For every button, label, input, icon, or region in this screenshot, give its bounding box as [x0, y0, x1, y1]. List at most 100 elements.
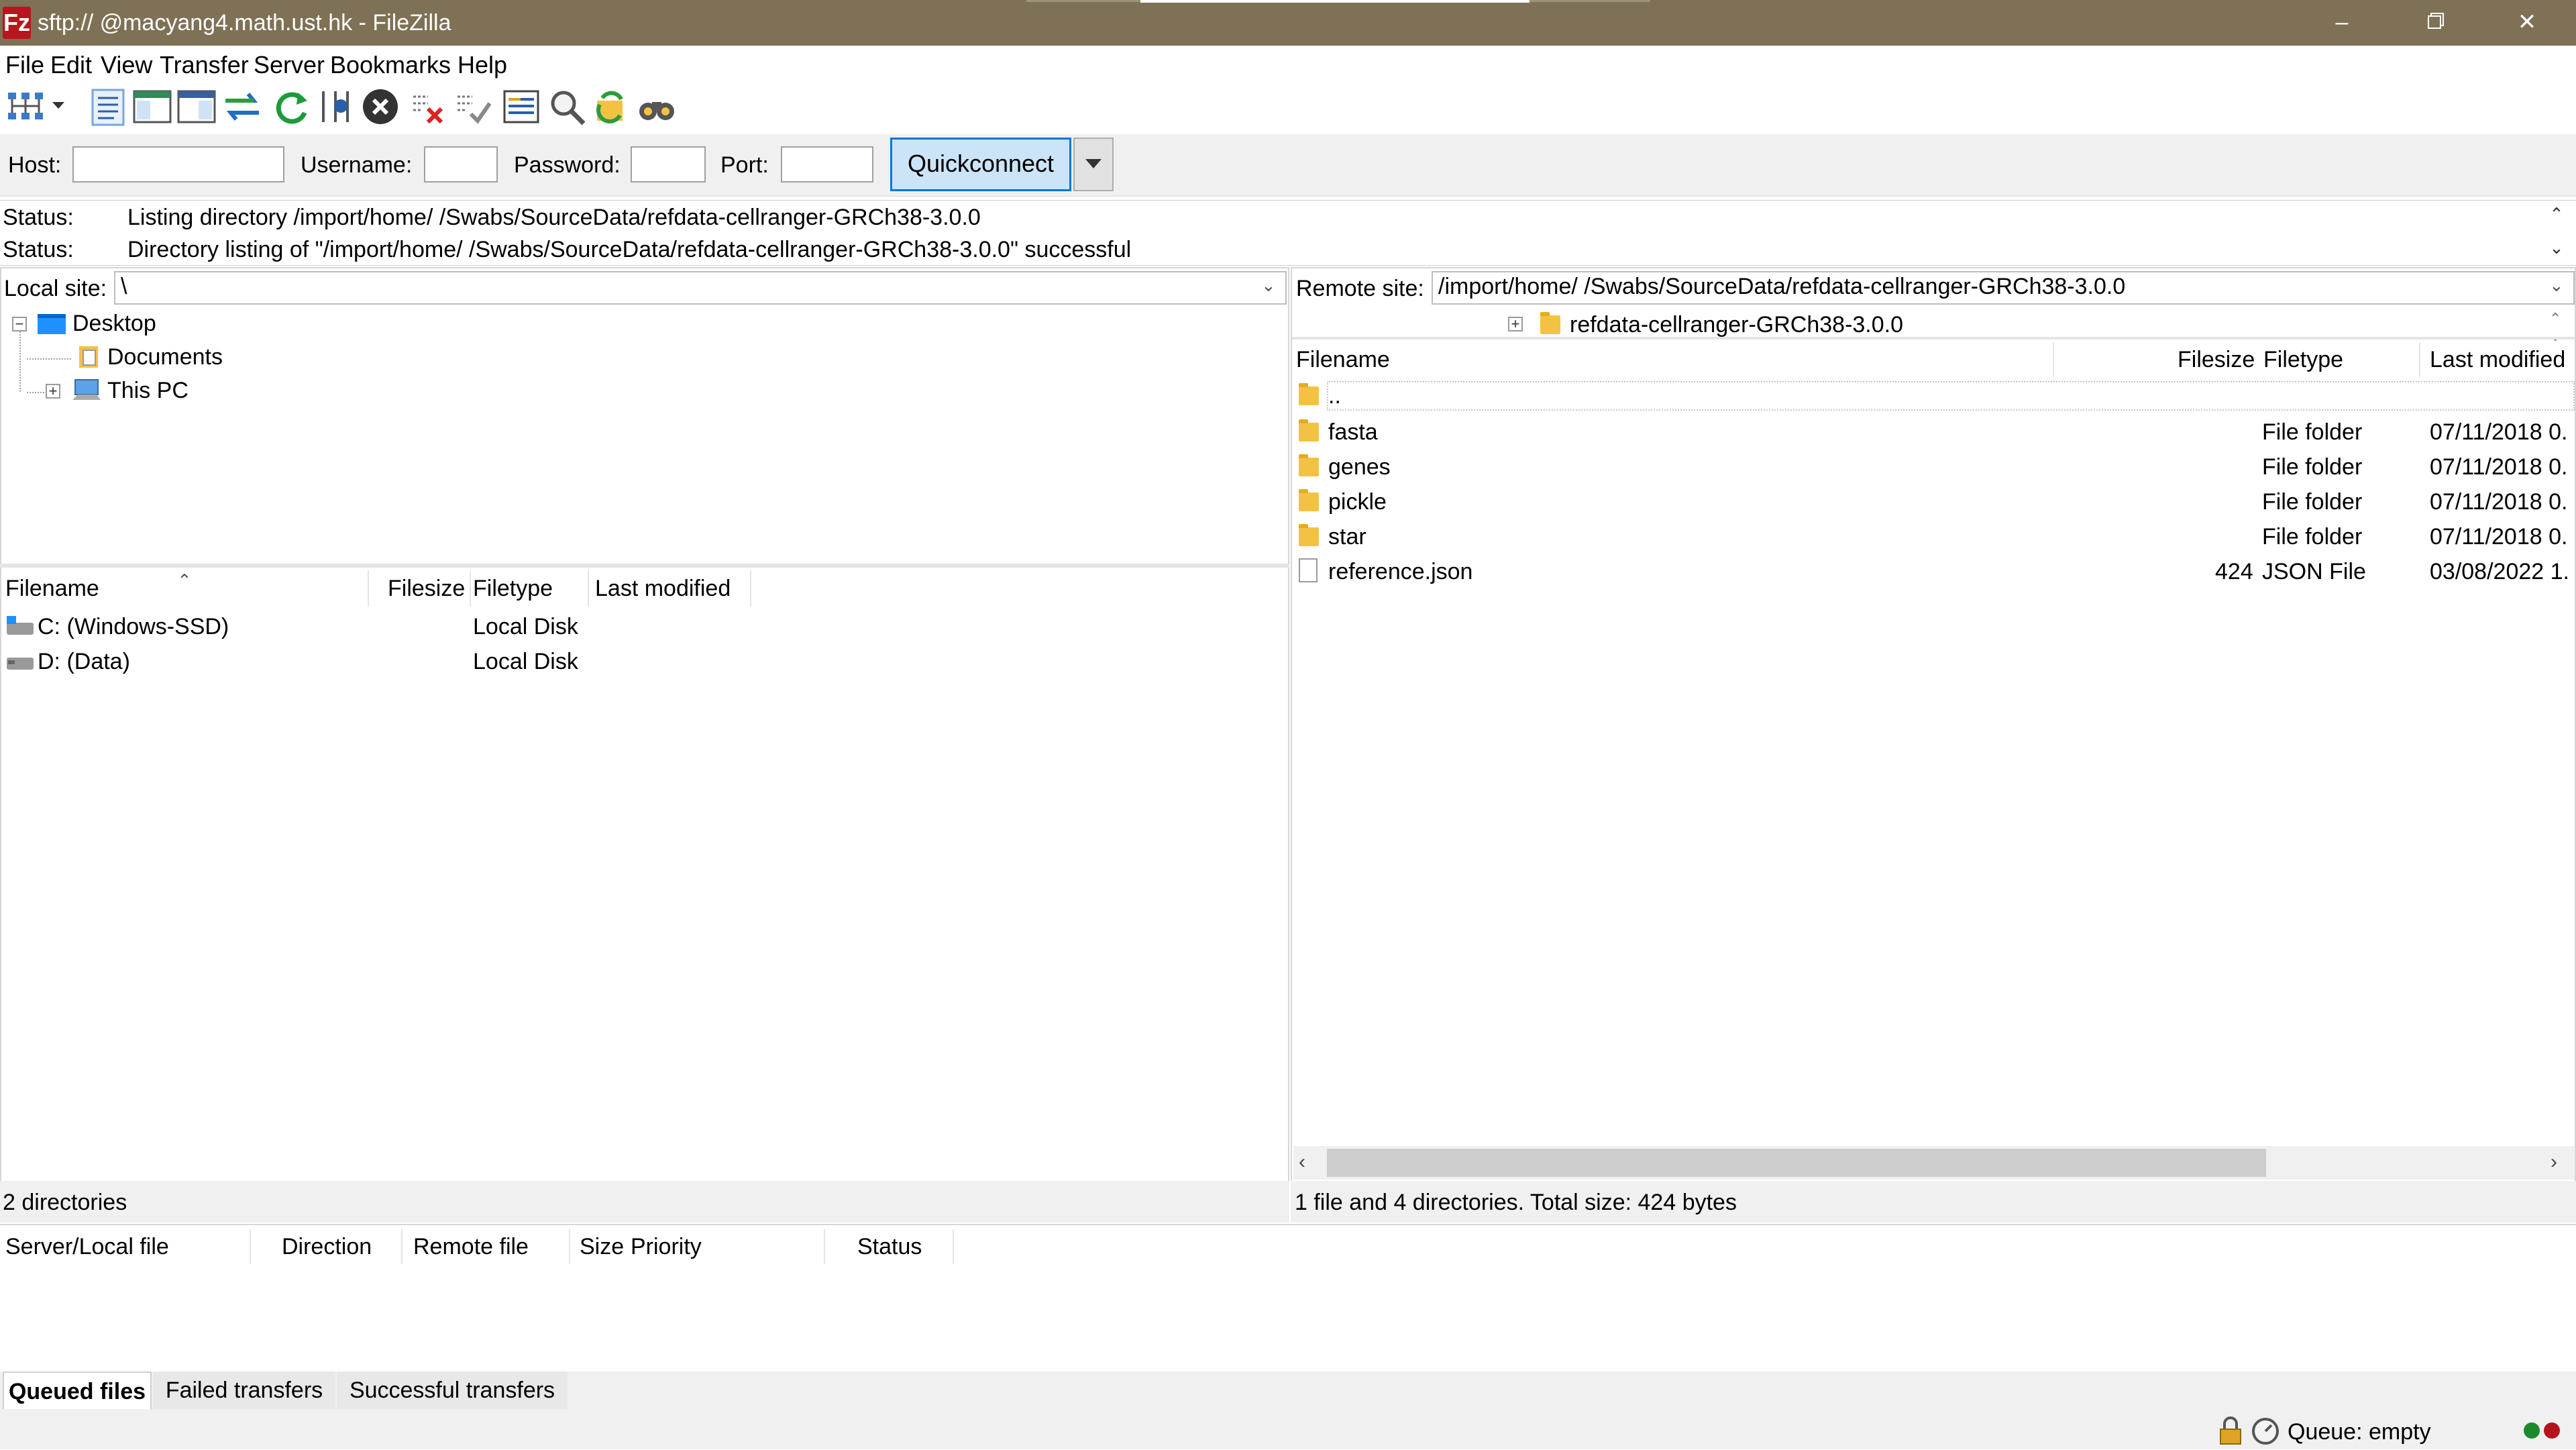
local-row-name[interactable]: C: (Windows-SSD) — [38, 613, 229, 640]
restore-icon[interactable] — [2398, 0, 2471, 46]
remote-row-name[interactable]: fasta — [1328, 419, 1378, 446]
queue-col-direction[interactable]: Direction — [282, 1233, 372, 1260]
scroll-right-icon[interactable]: › — [2551, 1150, 2557, 1174]
remote-row-name[interactable]: reference.json — [1328, 558, 1472, 585]
local-col-filename[interactable]: Filename — [5, 575, 99, 602]
queue-col-server-local-file[interactable]: Server/Local file — [5, 1233, 169, 1260]
remote-col-filename[interactable]: Filename — [1296, 346, 1390, 373]
scrollbar-thumb[interactable] — [1327, 1149, 2266, 1177]
username-label: Username: — [301, 152, 413, 178]
sync-browsing-icon[interactable] — [590, 86, 632, 127]
password-input[interactable] — [631, 146, 706, 183]
reconnect-icon[interactable] — [452, 86, 494, 127]
port-input[interactable] — [781, 146, 873, 183]
queue-col-status[interactable]: Status — [857, 1233, 922, 1260]
directory-filters-icon[interactable] — [500, 86, 542, 127]
tree-item-documents[interactable]: Documents — [107, 344, 223, 370]
quickconnect-button[interactable]: Quickconnect — [890, 138, 1071, 191]
scroll-left-icon[interactable]: ‹ — [1299, 1150, 1305, 1174]
dropdown-arrow-icon[interactable] — [48, 86, 68, 127]
local-row-type: Local Disk — [473, 649, 578, 674]
folder-icon — [1299, 383, 1319, 405]
local-col-last-modified[interactable]: Last modified — [595, 575, 731, 602]
log-scroll-up-icon[interactable]: ⌃ — [2546, 204, 2567, 224]
tree-expander-remote[interactable]: + — [1508, 317, 1523, 331]
menu-file[interactable]: File — [5, 51, 44, 79]
remote-row-modified: 07/11/2018 0. — [2430, 489, 2568, 515]
menu-view[interactable]: View — [101, 51, 152, 79]
remote-row-modified: 07/11/2018 0. — [2430, 454, 2568, 480]
menu-server[interactable]: Server — [254, 51, 325, 79]
site-manager-icon[interactable] — [5, 86, 47, 127]
log-scroll-down-icon[interactable]: ⌄ — [2546, 238, 2567, 258]
local-col-filesize[interactable]: Filesize — [388, 575, 465, 602]
desktop-icon — [36, 311, 67, 335]
toggle-local-tree-icon[interactable] — [131, 86, 173, 127]
remote-splitter[interactable] — [1292, 337, 2575, 340]
menu-help[interactable]: Help — [458, 51, 507, 79]
close-icon[interactable]: ✕ — [2490, 0, 2564, 46]
transfer-queue[interactable] — [0, 1224, 2576, 1371]
remote-col-filetype[interactable]: Filetype — [2263, 346, 2343, 373]
remote-row-name[interactable]: genes — [1328, 454, 1391, 480]
local-path-text: \ — [121, 274, 127, 299]
toggle-queue-icon[interactable] — [221, 86, 263, 127]
remote-path-combobox[interactable]: /import/home/ /Swabs/SourceData/refdata-… — [1432, 271, 2575, 305]
tree-expander-desktop[interactable]: − — [12, 317, 27, 331]
lock-icon[interactable] — [2215, 1416, 2246, 1447]
local-splitter[interactable] — [0, 564, 1289, 568]
toggle-message-log-icon[interactable] — [87, 86, 129, 127]
local-row-name[interactable]: D: (Data) — [38, 648, 130, 675]
log-label: Status: — [3, 237, 74, 262]
tree-item-this-pc[interactable]: This PC — [107, 377, 189, 404]
log-label: Status: — [3, 205, 74, 230]
queue-col-remote-file[interactable]: Remote file — [413, 1233, 529, 1260]
disconnect-icon[interactable] — [408, 86, 449, 127]
menu-transfer[interactable]: Transfer — [160, 51, 249, 79]
remote-row-name[interactable]: .. — [1328, 382, 1341, 409]
queue-col-priority[interactable]: Priority — [631, 1233, 702, 1260]
local-row-type: Local Disk — [473, 614, 578, 639]
remote-row-type: File folder — [2262, 454, 2363, 480]
remote-row-name[interactable]: pickle — [1328, 488, 1387, 515]
process-queue-icon[interactable] — [315, 86, 357, 127]
folder-icon — [1299, 454, 1319, 476]
remote-col-filesize[interactable]: Filesize — [2178, 346, 2255, 373]
tree-item-desktop[interactable]: Desktop — [72, 310, 156, 337]
remote-tree-item[interactable]: refdata-cellranger-GRCh38-3.0.0 — [1570, 311, 1903, 338]
queue-col-size[interactable]: Size — [580, 1233, 624, 1260]
toggle-remote-tree-icon[interactable] — [176, 86, 217, 127]
tab-successful-transfers[interactable]: Successful transfers — [337, 1371, 568, 1409]
chevron-down-icon[interactable]: ⌄ — [1261, 275, 1276, 296]
tab-queued-files[interactable]: Queued files — [3, 1371, 152, 1409]
drive-c-icon — [4, 612, 36, 639]
log-text: Directory listing of "/import/home/ /Swa… — [127, 237, 1132, 262]
local-path-combobox[interactable]: \ — [114, 271, 1287, 305]
remote-row-modified: 07/11/2018 0. — [2430, 524, 2568, 550]
queue-status-text: Queue: empty — [2288, 1419, 2431, 1445]
menu-edit[interactable]: Edit — [50, 51, 92, 79]
remote-row-type: File folder — [2262, 489, 2363, 515]
local-col-filetype[interactable]: Filetype — [473, 575, 553, 602]
remote-col-last-modified[interactable]: Last modified — [2430, 346, 2565, 373]
activity-indicator-icon — [2520, 1418, 2567, 1443]
menu-bookmarks[interactable]: Bookmarks — [330, 51, 451, 79]
search-remote-files-icon[interactable] — [636, 86, 678, 127]
host-input[interactable] — [72, 146, 284, 183]
remote-row-name[interactable]: star — [1328, 523, 1366, 550]
refresh-icon[interactable] — [271, 86, 313, 127]
remote-path-text: /import/home/ /Swabs/SourceData/refdata-… — [1438, 274, 2126, 299]
host-label: Host: — [8, 152, 62, 178]
cancel-operation-icon[interactable] — [360, 86, 401, 127]
quickconnect-history-dropdown[interactable] — [1073, 138, 1114, 191]
folder-icon — [1299, 419, 1319, 442]
directory-comparison-icon[interactable] — [546, 86, 588, 127]
speed-limit-icon[interactable] — [2250, 1416, 2281, 1447]
tab-failed-transfers[interactable]: Failed transfers — [153, 1371, 335, 1409]
tree-expander-this-pc[interactable]: + — [46, 384, 60, 399]
chevron-down-icon[interactable]: ⌄ — [2549, 275, 2564, 296]
username-input[interactable] — [424, 146, 498, 183]
remote-tree-scroll-icon[interactable]: ⌃ ⌄ — [2549, 310, 2561, 345]
status-bar — [0, 1412, 2576, 1449]
minimize-icon[interactable]: – — [2305, 0, 2379, 46]
